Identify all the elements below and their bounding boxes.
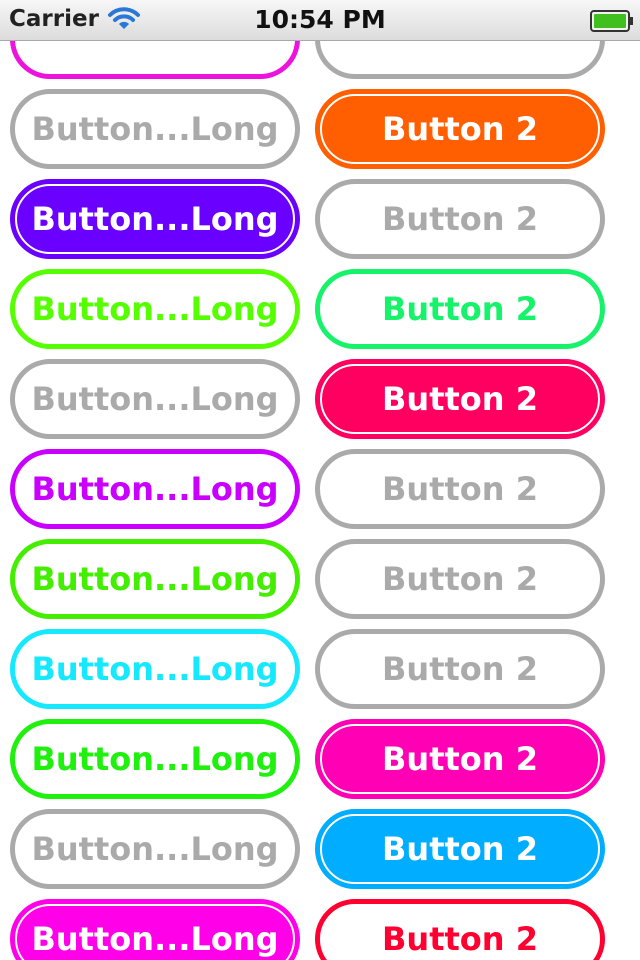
button-label: Button 2 (382, 830, 538, 868)
button-left-0[interactable] (10, 41, 300, 79)
button-label: Button 2 (382, 110, 538, 148)
button-right-10[interactable]: Button 2 (315, 899, 605, 960)
button-right-5[interactable]: Button 2 (315, 449, 605, 529)
button-label: Button...Long (31, 200, 279, 238)
button-label: Button 2 (382, 470, 538, 508)
button-left-5[interactable]: Button...Long (10, 449, 300, 529)
button-left-8[interactable]: Button...Long (10, 719, 300, 799)
button-left-4[interactable]: Button...Long (10, 359, 300, 439)
button-left-6[interactable]: Button...Long (10, 539, 300, 619)
button-label: Button...Long (31, 380, 279, 418)
button-right-6[interactable]: Button 2 (315, 539, 605, 619)
button-left-3[interactable]: Button...Long (10, 269, 300, 349)
button-label: Button 2 (382, 650, 538, 688)
button-label: Button...Long (31, 740, 279, 778)
button-label: Button...Long (31, 110, 279, 148)
button-label: Button 2 (382, 200, 538, 238)
button-label: Button 2 (382, 920, 538, 958)
button-right-7[interactable]: Button 2 (315, 629, 605, 709)
button-left-2[interactable]: Button...Long (10, 179, 300, 259)
button-right-8[interactable]: Button 2 (315, 719, 605, 799)
button-right-1[interactable]: Button 2 (315, 89, 605, 169)
button-label: Button...Long (31, 560, 279, 598)
button-right-2[interactable]: Button 2 (315, 179, 605, 259)
button-label: Button...Long (31, 650, 279, 688)
button-left-7[interactable]: Button...Long (10, 629, 300, 709)
button-left-9[interactable]: Button...Long (10, 809, 300, 889)
button-label: Button...Long (31, 290, 279, 328)
button-right-4[interactable]: Button 2 (315, 359, 605, 439)
button-right-9[interactable]: Button 2 (315, 809, 605, 889)
button-label: Button...Long (31, 830, 279, 868)
button-label: Button 2 (382, 740, 538, 778)
button-left-10[interactable]: Button...Long (10, 899, 300, 960)
clock-time: 10:54 PM (254, 5, 386, 34)
button-label: Button 2 (382, 560, 538, 598)
button-label: Button...Long (31, 470, 279, 508)
button-right-0[interactable] (315, 41, 605, 79)
button-label: Button...Long (31, 920, 279, 958)
button-left-1[interactable]: Button...Long (10, 89, 300, 169)
battery-icon (590, 10, 634, 36)
button-right-3[interactable]: Button 2 (315, 269, 605, 349)
status-bar: Carrier 10:54 PM (0, 0, 640, 41)
button-label: Button 2 (382, 290, 538, 328)
button-list[interactable]: Button...Long Button 2 Button...Long Button… (0, 41, 640, 960)
button-label: Button 2 (382, 380, 538, 418)
